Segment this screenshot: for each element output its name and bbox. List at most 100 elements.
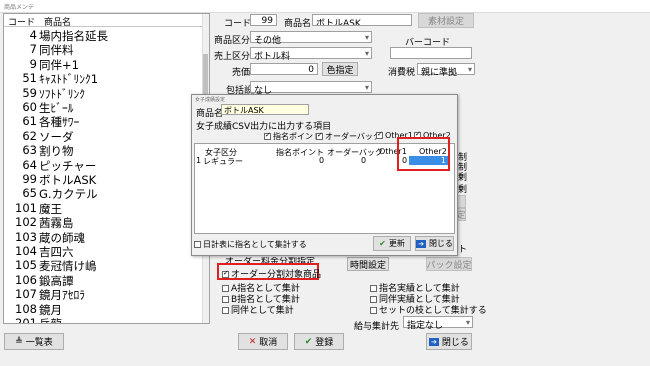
list-item-code: 201 xyxy=(15,316,37,324)
list-item[interactable]: 65 G.カクテル xyxy=(4,186,204,201)
checkbox-icon[interactable] xyxy=(222,296,229,303)
list-item[interactable]: 4 場内指名延長 xyxy=(4,28,204,43)
cancel-icon: ✕ xyxy=(248,336,257,347)
list-icon: ≜ xyxy=(15,336,23,347)
close-button[interactable]: ➔ 閉じる xyxy=(426,333,472,350)
checkbox-icon[interactable] xyxy=(222,285,229,292)
tax-select[interactable]: 親に準拠 xyxy=(417,63,475,78)
checkbox-icon[interactable] xyxy=(370,307,377,314)
list-item[interactable]: 101 魔王 xyxy=(4,201,204,216)
cancel-button[interactable]: ✕ 取消 xyxy=(238,333,288,350)
list-item-code: 60 xyxy=(22,100,37,114)
list-item-code: 59 xyxy=(22,85,37,100)
code-field[interactable]: 99 xyxy=(250,14,277,26)
check-icon: ✔ xyxy=(304,336,313,347)
checkbox-icon[interactable] xyxy=(222,307,229,314)
list-item-code: 102 xyxy=(15,215,37,230)
check-set-branch[interactable]: セットの枝として集計する xyxy=(370,303,487,316)
checkbox-icon[interactable] xyxy=(316,131,323,140)
list-item[interactable]: 102 茜霧島 xyxy=(4,215,204,230)
list-item[interactable]: 108 鏡月 xyxy=(4,302,204,317)
checkbox-icon[interactable] xyxy=(194,241,201,248)
list-item-code: 107 xyxy=(15,287,37,302)
price-field[interactable]: 0 xyxy=(250,63,318,75)
time-settings-button[interactable]: 時間設定 xyxy=(347,257,389,271)
list-item-code: 101 xyxy=(15,200,37,215)
dialog-update-button[interactable]: ✔ 更新 xyxy=(373,236,411,251)
name-field[interactable]: ボトルASK xyxy=(312,14,412,26)
list-item[interactable]: 62 ソーダ xyxy=(4,129,204,144)
cancel-label: 取消 xyxy=(259,338,278,348)
product-list[interactable]: コード 商品名 4 場内指名延長 7 同伴料 9 同伴+1 51 ｷｬｽﾄﾄﾞﾘﾝｸ1 59 ｿﾌ… xyxy=(3,13,210,324)
list-item-code: 62 xyxy=(22,128,37,143)
dialog-name-label: 商品名 xyxy=(196,109,224,119)
sales-category-select[interactable]: ボトル料 xyxy=(250,47,372,62)
check-icon: ✔ xyxy=(379,239,386,248)
list-item[interactable]: 7 同伴料 xyxy=(4,42,204,57)
cell-type: レギュラー xyxy=(203,157,243,166)
other2-highlight xyxy=(397,137,450,171)
list-item-code: 103 xyxy=(15,229,37,244)
list-item[interactable]: 51 ｷｬｽﾄﾄﾞﾘﾝｸ1 xyxy=(4,71,204,86)
list-col-code: コード xyxy=(8,18,36,28)
list-item[interactable]: 99 ボトルASK xyxy=(4,172,204,187)
wrap-select[interactable]: なし xyxy=(250,81,372,96)
list-item-code: 104 xyxy=(15,244,37,258)
dialog-daily-check[interactable]: 日計表に指名として集計する xyxy=(194,239,307,250)
register-label: 登録 xyxy=(315,338,334,348)
list-item[interactable]: 105 麦冠情け嶋 xyxy=(4,258,204,273)
dialog-check-order-label: オーダーバック xyxy=(325,132,381,141)
list-item[interactable]: 106 鍛高譚 xyxy=(4,273,204,288)
dialog-name-field[interactable]: ボトルASK xyxy=(221,104,309,115)
list-report-label: 一覧表 xyxy=(25,338,53,348)
dialog-close-label: 閉じる xyxy=(428,239,453,248)
list-item-code: 61 xyxy=(22,114,37,129)
checkbox-icon[interactable] xyxy=(376,130,383,139)
category-select[interactable]: その他 xyxy=(250,31,372,46)
checkbox-icon[interactable] xyxy=(222,269,229,278)
list-item-code: 106 xyxy=(15,272,37,287)
list-item[interactable]: 60 生ﾋﾞｰﾙ xyxy=(4,100,204,115)
list-item-code: 65 xyxy=(22,186,37,201)
list-item[interactable]: 104 吉四六 xyxy=(4,244,204,259)
exit-icon: ➔ xyxy=(416,239,426,248)
color-button[interactable]: 色指定 xyxy=(322,62,358,76)
check-douhan[interactable]: 同伴として集計 xyxy=(222,303,294,316)
exit-icon: ➔ xyxy=(429,337,439,346)
code-label: コード xyxy=(224,19,252,29)
dialog-update-label: 更新 xyxy=(388,239,405,248)
material-settings-button[interactable]: 素材設定 xyxy=(418,13,474,28)
order-split-checkbox[interactable]: オーダー分割対象商品 xyxy=(222,267,321,280)
checkbox-icon[interactable] xyxy=(264,131,271,140)
list-item-code: 105 xyxy=(15,258,37,273)
salary-target-select[interactable]: 指定なし xyxy=(403,316,473,331)
list-item-code: 63 xyxy=(22,143,37,158)
list-col-name: 商品名 xyxy=(44,18,72,28)
salary-target-label: 給与集計先 xyxy=(354,322,400,332)
register-button[interactable]: ✔ 登録 xyxy=(294,333,344,350)
dialog-check-shimei[interactable]: 指名ポイント xyxy=(264,131,321,142)
cell-order[interactable]: 0 xyxy=(361,156,366,165)
list-item-code: 99 xyxy=(22,172,37,186)
list-item[interactable]: 64 ピッチャー xyxy=(4,158,204,173)
list-item[interactable]: 103 蔵の師魂 xyxy=(4,230,204,245)
dialog-check-order[interactable]: オーダーバック xyxy=(316,131,381,142)
price-label: 売価 xyxy=(232,68,251,78)
pack-settings-button[interactable]: パック設定 xyxy=(426,257,472,271)
list-item[interactable]: 107 鏡月ｱｾﾛﾗ xyxy=(4,287,204,302)
list-item[interactable]: 63 割り物 xyxy=(4,143,204,158)
checkbox-icon[interactable] xyxy=(370,285,377,292)
list-item[interactable]: 9 同伴+1 xyxy=(4,57,204,72)
list-item[interactable]: 201 岳龍 xyxy=(4,316,204,324)
list-report-button[interactable]: ≜ 一覧表 xyxy=(4,333,64,350)
girls-score-dialog: 女子成績設定 商品名 ボトルASK 女子成績CSV出力に出力する項目 指名ポイン… xyxy=(191,94,458,256)
list-item[interactable]: 59 ｿﾌﾄﾄﾞﾘﾝｸ xyxy=(4,86,204,101)
dialog-close-button[interactable]: ➔ 閉じる xyxy=(415,236,454,251)
checkbox-icon[interactable] xyxy=(370,296,377,303)
barcode-field[interactable] xyxy=(390,47,472,59)
list-item[interactable]: 61 各種ｻﾜｰ xyxy=(4,114,204,129)
list-item-code: 64 xyxy=(22,157,37,172)
cell-shimei[interactable]: 0 xyxy=(319,156,324,165)
hidden-label-4: 剰 xyxy=(458,185,468,195)
list-header: コード 商品名 xyxy=(4,14,209,28)
